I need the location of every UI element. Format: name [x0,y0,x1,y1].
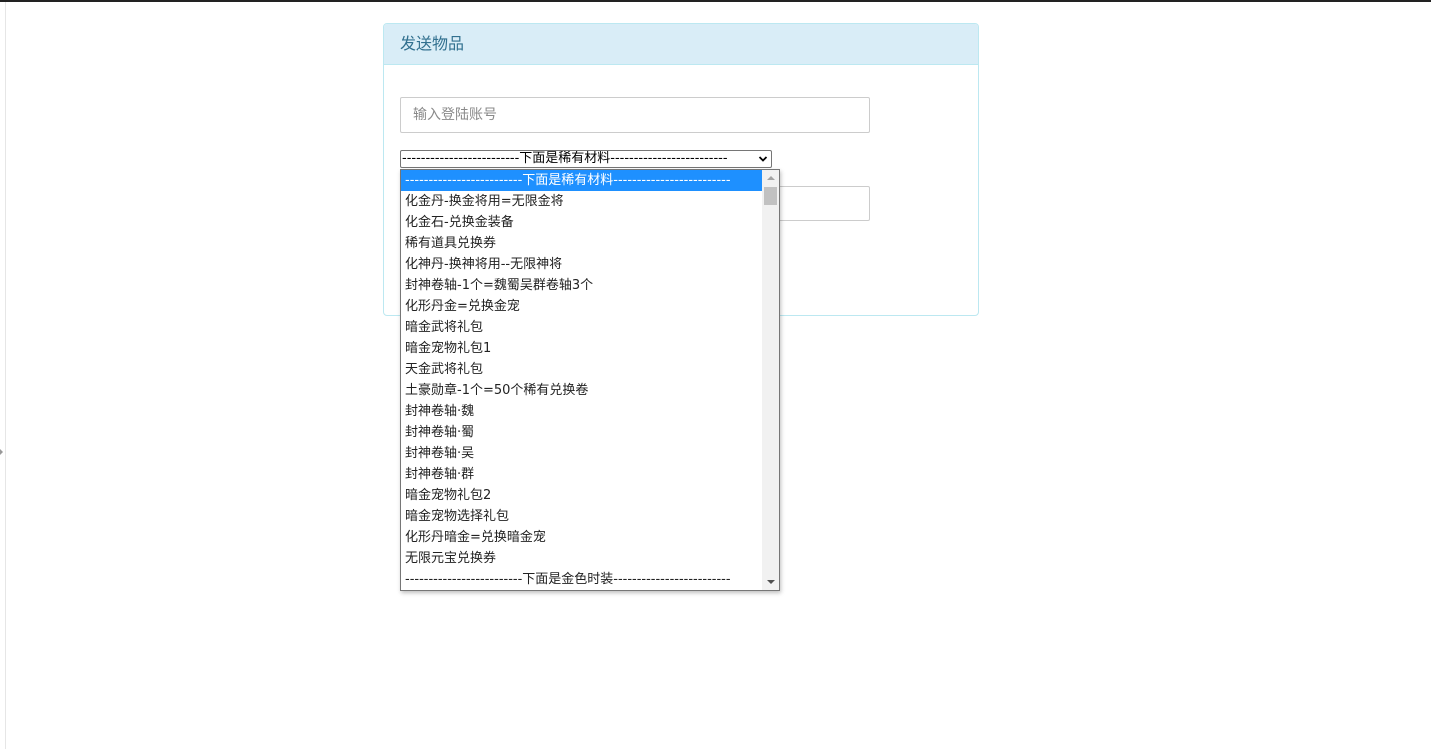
dropdown-option[interactable]: 封神卷轴·魏 [401,401,762,422]
scroll-up-arrow-icon[interactable] [762,170,779,186]
dropdown-option[interactable]: -------------------------下面是稀有材料--------… [401,170,762,191]
account-input[interactable] [400,97,870,133]
dropdown-scrollbar[interactable] [762,170,779,590]
top-border [0,0,1431,2]
dropdown-option[interactable]: 天金武将礼包 [401,359,762,380]
sidebar-toggle-icon[interactable] [0,449,3,455]
dropdown-option[interactable]: 暗金宠物礼包1 [401,338,762,359]
dropdown-option[interactable]: -------------------------下面是金色时装--------… [401,569,762,590]
scroll-down-arrow-icon[interactable] [762,574,779,590]
dropdown-option[interactable]: 化形丹暗金=兑换暗金宠 [401,527,762,548]
dropdown-option[interactable]: 化金丹-换金将用=无限金将 [401,191,762,212]
dropdown-option[interactable]: 化形丹金=兑换金宠 [401,296,762,317]
dropdown-option[interactable]: 封神卷轴-1个=魏蜀吴群卷轴3个 [401,275,762,296]
dropdown-option[interactable]: 封神卷轴·蜀 [401,422,762,443]
dropdown-option[interactable]: 暗金宠物礼包2 [401,485,762,506]
item-select[interactable]: -------------------------下面是稀有材料--------… [400,150,772,168]
dropdown-option[interactable]: 土豪勋章-1个=50个稀有兑换卷 [401,380,762,401]
chevron-down-icon [758,156,768,162]
dropdown-option[interactable]: 化金石-兑换金装备 [401,212,762,233]
dropdown-option[interactable]: 封神卷轴·群 [401,464,762,485]
panel-title: 发送物品 [384,24,978,65]
dropdown-option[interactable]: 暗金武将礼包 [401,317,762,338]
dropdown-option[interactable]: 暗金宠物选择礼包 [401,506,762,527]
dropdown-option[interactable]: 稀有道具兑换券 [401,233,762,254]
scroll-thumb[interactable] [764,187,777,205]
dropdown-option[interactable]: 无限元宝兑换券 [401,548,762,569]
dropdown-options: -------------------------下面是稀有材料--------… [401,170,762,590]
item-select-value: -------------------------下面是稀有材料--------… [402,151,728,166]
dropdown-option[interactable]: 封神卷轴·吴 [401,443,762,464]
item-dropdown-list[interactable]: -------------------------下面是稀有材料--------… [400,169,780,591]
dropdown-option[interactable]: 化神丹-换神将用--无限神将 [401,254,762,275]
left-frame-edge [5,2,6,749]
